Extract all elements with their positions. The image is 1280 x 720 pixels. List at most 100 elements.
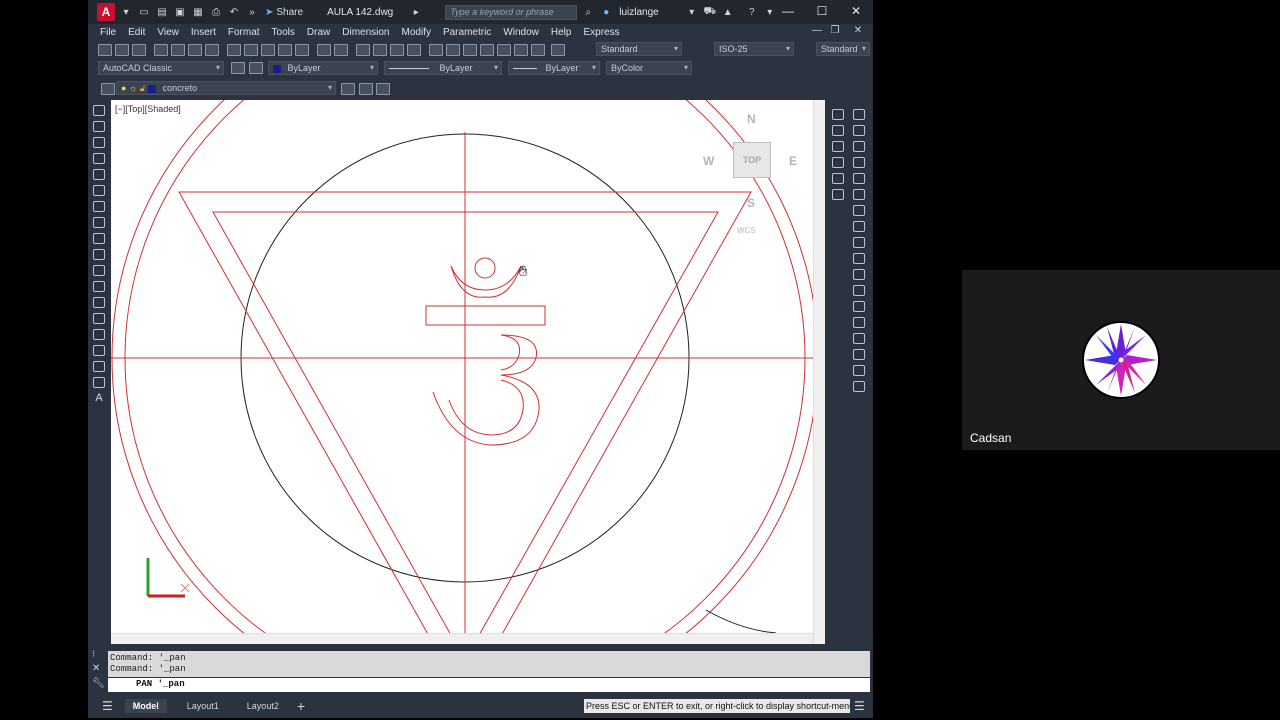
linetype-dropdown[interactable]: ByLayer: [384, 61, 502, 75]
menu-file[interactable]: File: [100, 27, 116, 38]
make-block-icon[interactable]: [93, 297, 105, 308]
symbol-glyph[interactable]: [432, 334, 540, 446]
more-icon[interactable]: »: [245, 5, 259, 19]
break-icon[interactable]: [853, 301, 865, 312]
rectangle-icon[interactable]: [93, 169, 105, 180]
break-at-point-icon[interactable]: [853, 285, 865, 296]
trim-icon[interactable]: [853, 253, 865, 264]
arc-icon[interactable]: [93, 185, 105, 196]
text-icon[interactable]: A: [93, 393, 105, 404]
minimize-icon[interactable]: —: [780, 4, 796, 18]
point-icon[interactable]: [93, 313, 105, 324]
customization-icon[interactable]: ☰: [854, 699, 865, 713]
horizontal-scrollbar[interactable]: [111, 633, 813, 644]
tool-palettes-icon[interactable]: [463, 44, 477, 56]
tab-model[interactable]: Model: [124, 699, 167, 713]
polygon-icon[interactable]: [93, 153, 105, 164]
blend-icon[interactable]: [853, 365, 865, 376]
command-input[interactable]: PAN '_pan: [108, 678, 870, 692]
stretch-icon[interactable]: [853, 237, 865, 248]
chevron-down-icon[interactable]: ▾: [763, 5, 777, 19]
cart-icon[interactable]: ⛟: [703, 5, 717, 19]
text-style-icon[interactable]: [551, 44, 565, 56]
pdf-icon[interactable]: [205, 44, 219, 56]
menu-view[interactable]: View: [157, 27, 179, 38]
maximize-icon[interactable]: ☐: [814, 4, 830, 18]
doc-restore-icon[interactable]: ❐: [828, 25, 842, 36]
lineweight-dropdown[interactable]: ByLayer: [508, 61, 600, 75]
print-icon[interactable]: ⎙: [209, 5, 223, 19]
viewcube-west[interactable]: W: [703, 154, 714, 168]
table-icon[interactable]: [93, 377, 105, 388]
viewport-controls-label[interactable]: [−][Top][Shaded]: [115, 104, 181, 114]
move-icon[interactable]: [853, 189, 865, 200]
open-folder-icon[interactable]: ▤: [155, 5, 169, 19]
viewcube-east[interactable]: E: [789, 154, 797, 168]
ellipse-icon[interactable]: [93, 249, 105, 260]
menu-format[interactable]: Format: [228, 27, 260, 38]
layer-dropdown[interactable]: ● ☼ 🔓︎ concreto: [116, 81, 336, 95]
search-input[interactable]: Type a keyword or phrase: [445, 4, 578, 20]
table-style-dropdown[interactable]: Standard: [816, 42, 870, 56]
plot-icon[interactable]: [154, 44, 168, 56]
redo-icon[interactable]: [334, 44, 348, 56]
paste-icon[interactable]: [261, 44, 275, 56]
copy-object-icon[interactable]: [853, 125, 865, 136]
undo-icon[interactable]: [317, 44, 331, 56]
menu-express[interactable]: Express: [583, 27, 619, 38]
undo-icon[interactable]: ↶: [227, 5, 241, 19]
menu-draw[interactable]: Draw: [307, 27, 330, 38]
drawing-canvas[interactable]: ✋︎: [111, 100, 825, 644]
block-editor-icon[interactable]: [295, 44, 309, 56]
chevron-down-icon[interactable]: ▾: [685, 5, 699, 19]
outer-black-arc[interactable]: [705, 609, 777, 634]
layer-freeze-icon[interactable]: [832, 173, 844, 184]
help-icon[interactable]: ?: [745, 5, 759, 19]
gradient-icon[interactable]: [93, 345, 105, 356]
zoom-realtime-icon[interactable]: [373, 44, 387, 56]
preview-icon[interactable]: [171, 44, 185, 56]
gear-icon[interactable]: [231, 62, 245, 74]
viewcube-north[interactable]: N: [747, 112, 756, 126]
zoom-previous-icon[interactable]: [407, 44, 421, 56]
revcloud-icon[interactable]: [93, 217, 105, 228]
layer-lock-icon[interactable]: [832, 189, 844, 200]
tab-layout2[interactable]: Layout2: [239, 699, 287, 713]
symbol-crescent[interactable]: [450, 265, 522, 298]
markup-icon[interactable]: [497, 44, 511, 56]
erase-icon[interactable]: [853, 109, 865, 120]
menu-window[interactable]: Window: [503, 27, 539, 38]
zoom-window-icon[interactable]: [390, 44, 404, 56]
chamfer-icon[interactable]: [853, 333, 865, 344]
layer-walk-icon[interactable]: [832, 109, 844, 120]
wrench-icon[interactable]: 🔧︎: [92, 677, 106, 691]
ellipse-arc-icon[interactable]: [93, 265, 105, 276]
close-icon[interactable]: ✕: [848, 4, 864, 18]
layer-off-icon[interactable]: [832, 157, 844, 168]
layer-states-icon[interactable]: [376, 83, 390, 95]
pan-icon[interactable]: [356, 44, 370, 56]
line-icon[interactable]: [93, 105, 105, 116]
calculator-icon[interactable]: [514, 44, 528, 56]
symbol-bar[interactable]: [425, 305, 546, 326]
menu-dimension[interactable]: Dimension: [342, 27, 389, 38]
save-icon[interactable]: ▣: [173, 5, 187, 19]
explode-icon[interactable]: [853, 381, 865, 392]
polyline-icon[interactable]: [93, 137, 105, 148]
cut-icon[interactable]: [227, 44, 241, 56]
extend-icon[interactable]: [853, 269, 865, 280]
tab-layout1[interactable]: Layout1: [179, 699, 227, 713]
rotate-icon[interactable]: [853, 205, 865, 216]
wcs-menu[interactable]: WCS: [737, 226, 756, 235]
grip-icon[interactable]: ⁝: [92, 650, 106, 661]
user-name[interactable]: luizlange: [619, 7, 658, 18]
hamburger-icon[interactable]: ☰: [102, 699, 113, 713]
chevron-down-icon[interactable]: ▾: [119, 5, 133, 19]
match-props-icon[interactable]: [278, 44, 292, 56]
menu-insert[interactable]: Insert: [191, 27, 216, 38]
layer-isolate-icon[interactable]: [832, 141, 844, 152]
autocad-logo-icon[interactable]: A: [97, 3, 115, 21]
offset-icon[interactable]: [853, 157, 865, 168]
fillet-icon[interactable]: [853, 349, 865, 360]
design-center-icon[interactable]: [446, 44, 460, 56]
